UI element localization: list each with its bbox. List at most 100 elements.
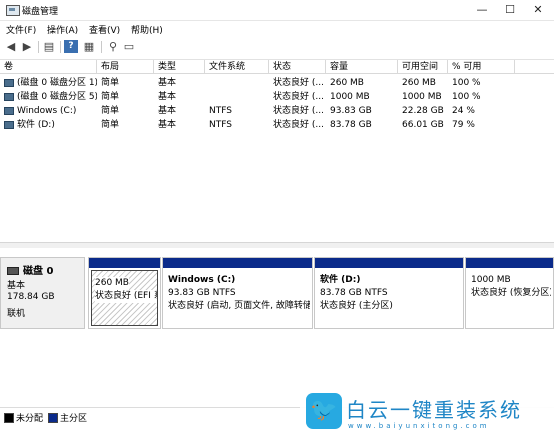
properties-icon[interactable]: ▤ bbox=[42, 40, 56, 53]
bird-glyph: 🐦 bbox=[310, 398, 338, 423]
menu-action[interactable]: 操作(A) bbox=[47, 23, 78, 36]
partition-size: 83.78 GB NTFS bbox=[320, 288, 388, 298]
column-header-volume[interactable]: 卷 bbox=[0, 60, 97, 74]
primary-partition-bar bbox=[315, 258, 463, 268]
cell-volume: (磁盘 0 磁盘分区 1) bbox=[0, 76, 97, 90]
view-icon[interactable]: ▭ bbox=[122, 40, 136, 53]
partition-size: 260 MB bbox=[95, 277, 129, 290]
table-row[interactable]: (磁盘 0 磁盘分区 5) 简单 基本 状态良好 (... 1000 MB 10… bbox=[0, 90, 554, 104]
cell-type: 基本 bbox=[158, 92, 177, 102]
cell-free-space: 260 MB bbox=[402, 78, 436, 88]
watermark-url: www.baiyunxitong.com bbox=[348, 422, 490, 430]
table-row[interactable]: 软件 (D:) 简单 基本 NTFS 状态良好 (... 83.78 GB 66… bbox=[0, 118, 554, 132]
cell-status: 状态良好 (... bbox=[273, 92, 324, 102]
cell-volume: (磁盘 0 磁盘分区 5) bbox=[0, 90, 97, 104]
cell-volume-text: (磁盘 0 磁盘分区 5) bbox=[17, 92, 97, 102]
menu-file[interactable]: 文件(F) bbox=[6, 23, 36, 36]
cell-percent-free: 100 % bbox=[452, 78, 481, 88]
menu-help[interactable]: 帮助(H) bbox=[131, 23, 163, 36]
cell-status: 状态良好 (... bbox=[273, 120, 324, 130]
toolbar-separator bbox=[38, 41, 39, 53]
menu-view[interactable]: 查看(V) bbox=[89, 23, 120, 36]
column-header-filesystem[interactable]: 文件系统 bbox=[205, 60, 269, 74]
legend-swatch-unallocated bbox=[4, 413, 14, 423]
partition-name: 软件 (D:) bbox=[320, 275, 361, 285]
disk-name: 磁盘 0 bbox=[23, 266, 54, 277]
partition-windows-c[interactable]: Windows (C:) 93.83 GB NTFS 状态良好 (启动, 页面文… bbox=[162, 257, 313, 329]
cell-free-space: 66.01 GB bbox=[402, 120, 444, 130]
column-header-status[interactable]: 状态 bbox=[269, 60, 326, 74]
cell-layout: 简单 bbox=[101, 78, 120, 88]
help-icon[interactable]: ? bbox=[64, 40, 78, 53]
partition-body: 260 MB 状态良好 (EFI 系 bbox=[91, 270, 158, 326]
bird-logo-icon: 🐦 bbox=[306, 393, 342, 429]
disk-management-icon bbox=[6, 5, 20, 16]
cell-filesystem bbox=[205, 76, 269, 90]
volume-icon bbox=[4, 120, 14, 129]
connect-icon[interactable]: ⚲ bbox=[106, 40, 120, 53]
maximize-button[interactable]: ☐ bbox=[496, 0, 524, 20]
cell-volume-text: Windows (C:) bbox=[17, 106, 77, 116]
cell-volume-text: 软件 (D:) bbox=[17, 120, 55, 130]
cell-percent-free: 100 % bbox=[452, 92, 481, 102]
cell-filesystem bbox=[205, 90, 269, 104]
cell-layout: 简单 bbox=[101, 106, 120, 116]
legend-swatch-primary bbox=[48, 413, 58, 423]
primary-partition-bar bbox=[89, 258, 160, 268]
watermark: 🐦 白云一键重装系统 www.baiyunxitong.com bbox=[300, 389, 554, 439]
partition-recovery[interactable]: 1000 MB 状态良好 (恢复分区) bbox=[465, 257, 554, 329]
volume-icon bbox=[4, 92, 14, 101]
cell-status: 状态良好 (... bbox=[273, 78, 324, 88]
column-header-capacity[interactable]: 容量 bbox=[326, 60, 398, 74]
partition-status: 状态良好 (恢复分区) bbox=[471, 288, 551, 298]
cell-percent-free: 79 % bbox=[452, 120, 475, 130]
partition-name: Windows (C:) bbox=[168, 275, 236, 285]
partition-efi[interactable]: 260 MB 状态良好 (EFI 系 bbox=[88, 257, 161, 329]
disk-status: 联机 bbox=[7, 309, 26, 319]
menu-bar: 文件(F) 操作(A) 查看(V) 帮助(H) bbox=[0, 21, 554, 36]
title-bar: 磁盘管理 — ☐ ✕ bbox=[0, 0, 554, 21]
toolbar-separator bbox=[101, 41, 102, 53]
disk-type: 基本 bbox=[7, 281, 26, 291]
column-header-type[interactable]: 类型 bbox=[154, 60, 205, 74]
cell-status: 状态良好 (... bbox=[273, 106, 324, 116]
volume-icon bbox=[4, 78, 14, 87]
legend-label-primary: 主分区 bbox=[60, 414, 88, 424]
toolbar-separator bbox=[60, 41, 61, 53]
partition-status: 状态良好 (主分区) bbox=[320, 301, 393, 311]
cell-capacity: 1000 MB bbox=[330, 92, 370, 102]
column-header-layout[interactable]: 布局 bbox=[97, 60, 154, 74]
column-header-filler bbox=[515, 60, 554, 74]
table-row[interactable]: (磁盘 0 磁盘分区 1) 简单 基本 状态良好 (... 260 MB 260… bbox=[0, 76, 554, 90]
window-title: 磁盘管理 bbox=[22, 7, 59, 17]
partition-size: 93.83 GB NTFS bbox=[168, 288, 236, 298]
partition-software-d[interactable]: 软件 (D:) 83.78 GB NTFS 状态良好 (主分区) bbox=[314, 257, 464, 329]
minimize-button[interactable]: — bbox=[468, 0, 496, 20]
partition-body: Windows (C:) 93.83 GB NTFS 状态良好 (启动, 页面文… bbox=[165, 270, 310, 326]
partition-status: 状态良好 (启动, 页面文件, 故障转储 bbox=[168, 301, 310, 311]
legend-label-unallocated: 未分配 bbox=[16, 414, 44, 424]
cell-type: 基本 bbox=[158, 106, 177, 116]
cell-percent-free: 24 % bbox=[452, 106, 475, 116]
back-arrow-icon[interactable]: ◀ bbox=[4, 40, 18, 53]
column-header-percent-free[interactable]: % 可用 bbox=[448, 60, 515, 74]
cell-filesystem: NTFS bbox=[209, 120, 232, 130]
forward-arrow-icon[interactable]: ▶ bbox=[20, 40, 34, 53]
table-row[interactable]: Windows (C:) 简单 基本 NTFS 状态良好 (... 93.83 … bbox=[0, 104, 554, 118]
partition-status: 状态良好 (EFI 系 bbox=[95, 290, 157, 303]
console-icon[interactable]: ▦ bbox=[82, 40, 96, 53]
primary-partition-bar bbox=[163, 258, 312, 268]
disk-icon bbox=[7, 267, 19, 275]
disk-name-row: 磁盘 0 bbox=[7, 262, 53, 277]
watermark-brand: 白云一键重装系统 bbox=[346, 398, 522, 422]
cell-type: 基本 bbox=[158, 120, 177, 130]
cell-capacity: 260 MB bbox=[330, 78, 364, 88]
disk-label[interactable]: 磁盘 0 基本 178.84 GB 联机 bbox=[0, 257, 85, 329]
column-header-free-space[interactable]: 可用空间 bbox=[398, 60, 448, 74]
cell-free-space: 22.28 GB bbox=[402, 106, 444, 116]
partition-body: 软件 (D:) 83.78 GB NTFS 状态良好 (主分区) bbox=[317, 270, 461, 326]
cell-type: 基本 bbox=[158, 78, 177, 88]
disk-size: 178.84 GB bbox=[7, 292, 55, 302]
volume-icon bbox=[4, 106, 14, 115]
close-button[interactable]: ✕ bbox=[524, 0, 552, 20]
